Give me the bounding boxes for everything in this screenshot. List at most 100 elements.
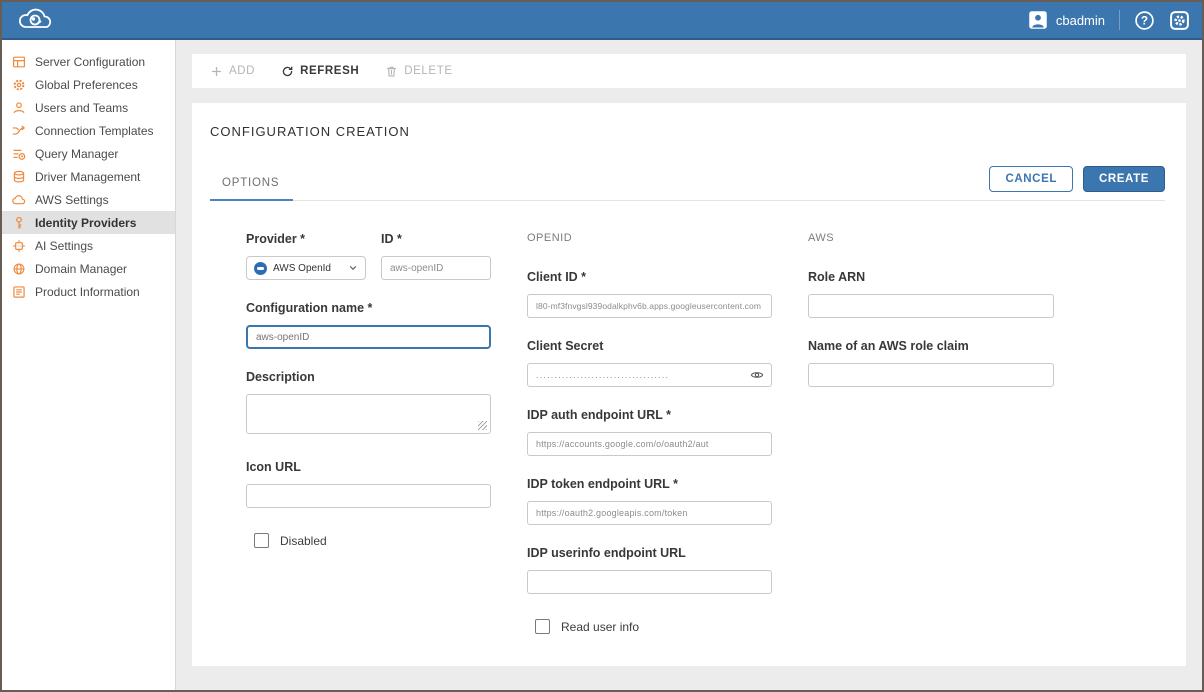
plus-icon: [210, 65, 223, 78]
client-id-label: Client ID *: [527, 270, 772, 284]
sidebar-item-connection-templates[interactable]: Connection Templates: [2, 119, 175, 142]
add-button[interactable]: ADD: [210, 65, 255, 78]
sidebar-item-label: Product Information: [35, 285, 140, 299]
sidebar-item-label: Identity Providers: [35, 216, 136, 230]
admin-sidebar: Server Configuration Global Preferences …: [2, 40, 176, 690]
sidebar-item-query-manager[interactable]: Query Manager: [2, 142, 175, 165]
app-window: cbadmin ?: [0, 0, 1204, 692]
app-header: cbadmin ?: [2, 2, 1202, 40]
form-actions: CANCEL CREATE: [989, 166, 1165, 200]
icon-url-input[interactable]: [246, 484, 491, 508]
cloud-icon: [12, 193, 26, 207]
sidebar-item-global-preferences[interactable]: Global Preferences: [2, 73, 175, 96]
id-label: ID *: [381, 232, 491, 246]
sidebar-item-label: Connection Templates: [35, 124, 154, 138]
idp-token-endpoint-input[interactable]: [527, 501, 772, 525]
idp-token-endpoint-label: IDP token endpoint URL *: [527, 477, 772, 491]
openid-section-label: OPENID: [527, 232, 772, 244]
grid-toolbar: ADD REFRESH DELETE: [192, 54, 1186, 88]
settings-button[interactable]: [1169, 10, 1190, 31]
general-column: Provider * AWS OpenId ID *: [246, 232, 491, 666]
icon-url-label: Icon URL: [246, 460, 491, 474]
description-label: Description: [246, 370, 491, 384]
eye-icon[interactable]: [750, 368, 764, 382]
configuration-name-input[interactable]: [246, 325, 491, 349]
sidebar-item-product-information[interactable]: Product Information: [2, 280, 175, 303]
openid-column: OPENID Client ID * Client Secret: [527, 232, 772, 666]
aws-section-label: AWS: [808, 232, 1054, 244]
sidebar-item-label: Domain Manager: [35, 262, 127, 276]
client-id-input[interactable]: [527, 294, 772, 318]
custom-scopes-label: Custom scopes: [527, 664, 772, 666]
configuration-name-label: Configuration name *: [246, 301, 491, 315]
aws-role-claim-label: Name of an AWS role claim: [808, 339, 1054, 353]
read-user-info-label: Read user info: [561, 620, 639, 634]
database-icon: [12, 170, 26, 184]
sidebar-item-aws-settings[interactable]: AWS Settings: [2, 188, 175, 211]
cloudbeaver-logo-icon: [18, 7, 56, 33]
sidebar-item-label: AWS Settings: [35, 193, 109, 207]
id-input[interactable]: [381, 256, 491, 280]
idp-userinfo-endpoint-label: IDP userinfo endpoint URL: [527, 546, 772, 560]
create-button[interactable]: CREATE: [1083, 166, 1165, 192]
delete-label: DELETE: [404, 65, 452, 77]
shuffle-icon: [12, 124, 26, 138]
idp-auth-endpoint-input[interactable]: [527, 432, 772, 456]
trash-icon: [385, 65, 398, 78]
sidebar-item-ai-settings[interactable]: AI Settings: [2, 234, 175, 257]
refresh-label: REFRESH: [300, 65, 359, 77]
delete-button[interactable]: DELETE: [385, 65, 452, 78]
gear-icon: [12, 78, 26, 92]
client-secret-input[interactable]: [527, 363, 772, 387]
sidebar-item-label: Global Preferences: [35, 78, 138, 92]
sidebar-item-label: AI Settings: [35, 239, 93, 253]
role-arn-label: Role ARN: [808, 270, 1054, 284]
user-icon: [12, 101, 26, 115]
user-menu[interactable]: cbadmin: [1028, 10, 1105, 30]
help-button[interactable]: ?: [1134, 10, 1155, 31]
add-label: ADD: [229, 65, 255, 77]
role-arn-input[interactable]: [808, 294, 1054, 318]
sidebar-item-driver-management[interactable]: Driver Management: [2, 165, 175, 188]
aws-provider-icon: [254, 262, 267, 275]
user-avatar-icon: [1028, 10, 1048, 30]
sidebar-item-label: Query Manager: [35, 147, 118, 161]
tab-label: OPTIONS: [222, 177, 279, 189]
aws-column: AWS Role ARN Name of an AWS role claim: [808, 232, 1054, 666]
key-icon: [12, 216, 26, 230]
query-list-icon: [12, 147, 26, 161]
tab-bar: OPTIONS CANCEL CREATE: [210, 166, 1165, 201]
sidebar-item-identity-providers[interactable]: Identity Providers: [2, 211, 175, 234]
aws-role-claim-input[interactable]: [808, 363, 1054, 387]
provider-value: AWS OpenId: [273, 263, 331, 274]
sidebar-item-users-and-teams[interactable]: Users and Teams: [2, 96, 175, 119]
idp-auth-endpoint-label: IDP auth endpoint URL *: [527, 408, 772, 422]
main-content: ADD REFRESH DELETE CONFIGURATION CREATIO…: [176, 40, 1202, 690]
provider-label: Provider *: [246, 232, 366, 246]
header-divider: [1119, 10, 1120, 30]
document-icon: [12, 285, 26, 299]
sidebar-item-label: Users and Teams: [35, 101, 128, 115]
svg-text:?: ?: [1141, 13, 1148, 27]
configuration-panel: CONFIGURATION CREATION OPTIONS CANCEL CR…: [192, 103, 1186, 666]
idp-userinfo-endpoint-input[interactable]: [527, 570, 772, 594]
page-title: CONFIGURATION CREATION: [210, 103, 1165, 139]
user-name: cbadmin: [1056, 13, 1105, 28]
tab-options[interactable]: OPTIONS: [210, 177, 293, 200]
read-user-info-checkbox[interactable]: [535, 619, 550, 634]
configuration-form: Provider * AWS OpenId ID *: [210, 232, 1165, 666]
client-secret-label: Client Secret: [527, 339, 772, 353]
sidebar-item-label: Server Configuration: [35, 55, 145, 69]
refresh-button[interactable]: REFRESH: [281, 65, 359, 78]
description-textarea[interactable]: [246, 394, 491, 434]
chevron-down-icon: [348, 263, 358, 273]
sidebar-item-domain-manager[interactable]: Domain Manager: [2, 257, 175, 280]
ai-chip-icon: [12, 239, 26, 253]
provider-select[interactable]: AWS OpenId: [246, 256, 366, 280]
disabled-checkbox[interactable]: [254, 533, 269, 548]
refresh-icon: [281, 65, 294, 78]
cancel-button[interactable]: CANCEL: [989, 166, 1073, 192]
sidebar-item-server-configuration[interactable]: Server Configuration: [2, 50, 175, 73]
disabled-label: Disabled: [280, 534, 327, 548]
sidebar-item-label: Driver Management: [35, 170, 140, 184]
